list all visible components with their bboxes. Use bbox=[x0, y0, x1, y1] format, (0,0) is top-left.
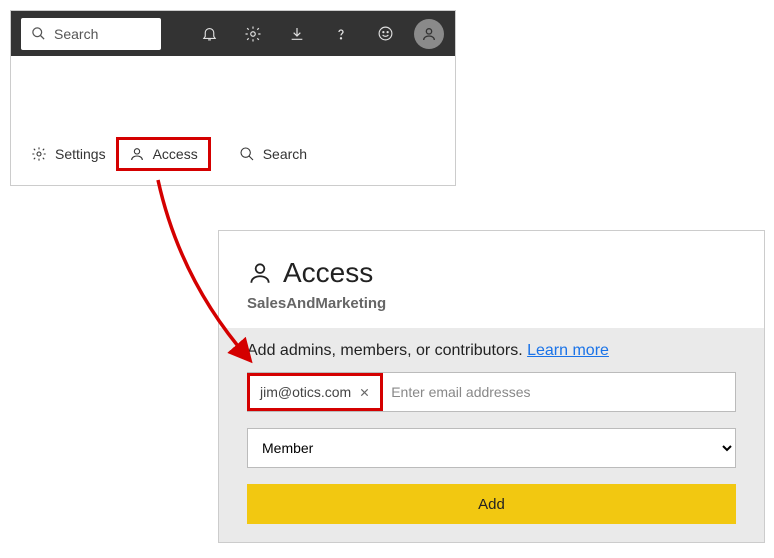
email-chip: jim@otics.com bbox=[247, 373, 383, 411]
person-icon bbox=[247, 260, 273, 286]
add-button[interactable]: Add bbox=[247, 484, 736, 524]
help-button[interactable] bbox=[321, 11, 361, 56]
email-input[interactable] bbox=[383, 373, 735, 411]
access-panel-header: Access SalesAndMarketing bbox=[219, 231, 764, 328]
person-icon bbox=[129, 146, 145, 162]
toolbar-access[interactable]: Access bbox=[116, 137, 211, 171]
email-chip-text: jim@otics.com bbox=[260, 384, 351, 400]
smile-icon bbox=[377, 25, 394, 42]
role-select[interactable]: Member bbox=[247, 428, 736, 468]
workspace-sub-toolbar: Settings Access Search bbox=[11, 127, 327, 185]
gear-icon bbox=[31, 146, 47, 162]
toolbar-search[interactable]: Search bbox=[229, 140, 317, 168]
learn-more-link[interactable]: Learn more bbox=[527, 342, 609, 359]
settings-gear-button[interactable] bbox=[233, 11, 273, 56]
workspace-toolbar-panel: Search Settings Access bbox=[10, 10, 456, 186]
download-icon bbox=[289, 26, 305, 42]
toolbar-access-label: Access bbox=[153, 146, 198, 162]
toolbar-search-label: Search bbox=[263, 146, 307, 162]
access-panel-subtitle: SalesAndMarketing bbox=[247, 295, 736, 312]
help-icon bbox=[333, 26, 349, 42]
download-button[interactable] bbox=[277, 11, 317, 56]
toolbar-settings[interactable]: Settings bbox=[21, 140, 116, 168]
access-form-area: Add admins, members, or contributors. Le… bbox=[219, 328, 764, 542]
access-panel-title: Access bbox=[283, 257, 373, 289]
account-avatar[interactable] bbox=[409, 11, 449, 56]
gear-icon bbox=[244, 25, 262, 43]
email-chip-remove[interactable] bbox=[359, 387, 370, 398]
global-search-placeholder: Search bbox=[54, 26, 98, 42]
access-form-prompt-text: Add admins, members, or contributors. bbox=[247, 342, 527, 359]
global-search-box[interactable]: Search bbox=[21, 18, 161, 50]
feedback-button[interactable] bbox=[365, 11, 405, 56]
search-icon bbox=[239, 146, 255, 162]
bell-icon bbox=[201, 25, 218, 42]
access-panel: Access SalesAndMarketing Add admins, mem… bbox=[218, 230, 765, 543]
access-panel-title-row: Access bbox=[247, 257, 736, 289]
access-form-prompt: Add admins, members, or contributors. Le… bbox=[247, 342, 736, 360]
search-icon bbox=[31, 26, 46, 41]
email-input-row: jim@otics.com bbox=[247, 372, 736, 412]
global-top-bar: Search bbox=[11, 11, 455, 56]
person-icon bbox=[421, 26, 437, 42]
close-icon bbox=[359, 387, 370, 398]
toolbar-settings-label: Settings bbox=[55, 146, 106, 162]
notifications-button[interactable] bbox=[189, 11, 229, 56]
